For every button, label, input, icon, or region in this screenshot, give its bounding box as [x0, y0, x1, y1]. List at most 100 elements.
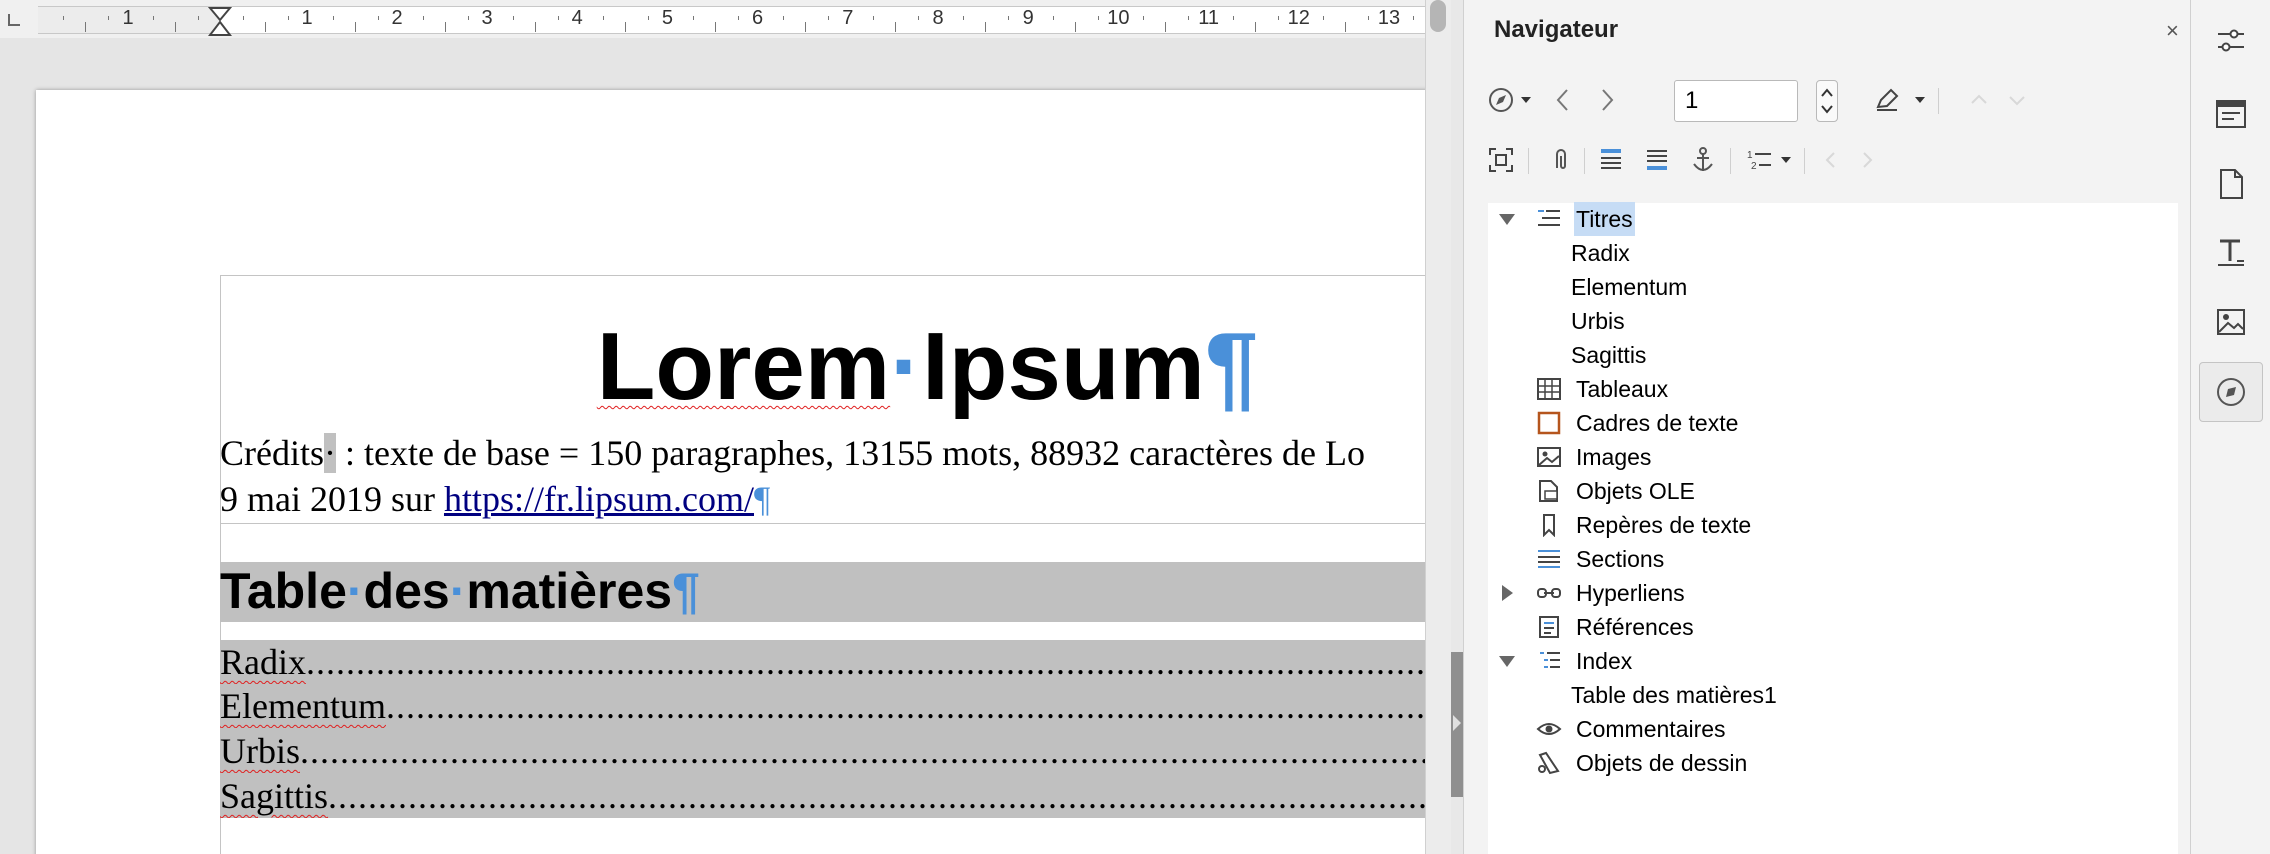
ole-object-icon	[1539, 480, 1558, 502]
navigator-item-repères-de-texte[interactable]: Repères de texte	[1488, 508, 2178, 542]
indent-marker-icon[interactable]	[208, 7, 232, 37]
document-vertical-scrollbar[interactable]	[1425, 0, 1451, 854]
scrollbar-thumb[interactable]	[1430, 0, 1446, 32]
ruler-number: 1	[301, 7, 313, 29]
toc-entry-radix[interactable]: Radix...................................…	[220, 640, 1425, 684]
ruler-tick	[647, 16, 649, 20]
navigator-item-radix[interactable]: Radix	[1488, 236, 2178, 270]
content-navigation-view-icon[interactable]	[1484, 143, 1518, 177]
sidebar-splitter[interactable]	[1451, 0, 1463, 854]
navigator-item-elementum[interactable]: Elementum	[1488, 270, 2178, 304]
navigator-item-label: Table des matières1	[1571, 682, 1777, 708]
ruler-tick	[535, 22, 536, 32]
navigator-content-tree[interactable]: Titres Radix Elementum Urbis Sagittis Tableau…	[1488, 202, 2178, 854]
page-icon[interactable]	[2199, 154, 2263, 214]
ruler-tick	[1255, 22, 1256, 32]
chevron-down-icon[interactable]	[1914, 94, 1926, 106]
ruler-number: 11	[1198, 7, 1219, 29]
collapse-arrow-icon	[1453, 715, 1461, 731]
expanded-arrow-icon[interactable]	[1498, 652, 1516, 670]
svg-text:1: 1	[1747, 150, 1753, 161]
navigator-item-objets-de-dessin[interactable]: Objets de dessin	[1488, 746, 2178, 780]
toc-heading[interactable]: Table·des·matières¶	[220, 560, 700, 622]
navigator-item-commentaires[interactable]: Commentaires	[1488, 712, 2178, 746]
credits-paragraph-line1[interactable]: Crédits· : texte de base = 150 paragraph…	[220, 432, 1365, 474]
navigator-item-objets-ole[interactable]: Objets OLE	[1488, 474, 2178, 508]
navigate-by-icon[interactable]	[1484, 83, 1518, 117]
tab-stop-type-icon[interactable]	[8, 14, 20, 26]
ruler-tick	[895, 22, 896, 32]
chevron-down-icon[interactable]	[1780, 154, 1792, 166]
navigator-item-table-des-matières1[interactable]: Table des matières1	[1488, 678, 2178, 712]
navigator-item-tableaux[interactable]: Tableaux	[1488, 372, 2178, 406]
heading-levels-icon[interactable]: 12	[1742, 143, 1776, 177]
collapsed-arrow-icon[interactable]	[1498, 584, 1516, 602]
navigator-item-hyperliens[interactable]: Hyperliens	[1488, 576, 2178, 610]
toc-entry-elementum[interactable]: Elementum...............................…	[220, 684, 1425, 728]
styles-icon[interactable]	[2199, 222, 2263, 282]
ruler-number: 6	[752, 7, 764, 29]
navigator-item-label: Tableaux	[1576, 376, 1669, 402]
references-icon	[1539, 616, 1559, 638]
drag-mode-icon[interactable]	[1870, 83, 1904, 117]
document-title[interactable]: Lorem·Ipsum¶	[220, 312, 1420, 422]
header-icon[interactable]	[1594, 143, 1628, 177]
toc-entry-urbis[interactable]: Urbis...................................…	[220, 729, 1425, 773]
ruler-tick	[85, 22, 86, 32]
sidebar-settings-icon[interactable]	[2199, 10, 2263, 70]
ruler-tick	[782, 16, 784, 20]
ruler-number: 8	[932, 7, 944, 29]
ruler-tick	[985, 22, 986, 32]
navigator-title: Navigateur	[1494, 16, 1619, 43]
toc-entry-sagittis[interactable]: Sagittis................................…	[220, 774, 1425, 818]
ruler-number: 7	[842, 7, 854, 29]
horizontal-ruler[interactable]: 1 1 2 3 4 5 6 7 8 9 10 11 12 13	[0, 0, 1425, 38]
properties-icon[interactable]	[2199, 84, 2263, 144]
drawing-object-icon	[1538, 751, 1560, 775]
credits-paragraph-line2[interactable]: 9 mai 2019 sur https://fr.lipsum.com/¶	[220, 478, 770, 520]
page-number-stepper[interactable]	[1816, 80, 1838, 122]
ruler-tick	[512, 16, 514, 20]
lipsum-hyperlink[interactable]: https://fr.lipsum.com/	[444, 479, 754, 519]
section-boundary	[220, 523, 1425, 524]
demote-chapter-icon	[2000, 83, 2034, 117]
ruler-tick	[1097, 16, 1099, 20]
navigator-item-références[interactable]: Références	[1488, 610, 2178, 644]
navigator-compass-icon[interactable]	[2199, 362, 2263, 422]
ruler-tick	[1345, 22, 1346, 32]
navigator-item-sagittis[interactable]: Sagittis	[1488, 338, 2178, 372]
navigator-item-label: Objets OLE	[1576, 478, 1695, 504]
navigator-item-index[interactable]: Index	[1488, 644, 2178, 678]
navigator-item-sections[interactable]: Sections	[1488, 542, 2178, 576]
ruler-number: 5	[661, 7, 673, 29]
navigator-item-label: Sections	[1576, 546, 1665, 572]
text-boundary	[220, 275, 1425, 276]
page-number-input[interactable]: 1	[1674, 80, 1798, 122]
navigator-item-urbis[interactable]: Urbis	[1488, 304, 2178, 338]
comment-icon	[1536, 723, 1562, 735]
navigator-item-titres[interactable]: Titres	[1488, 202, 2178, 236]
ruler-tick	[1075, 22, 1076, 32]
ruler-tick	[602, 16, 604, 20]
headings-icon	[1538, 210, 1560, 226]
ruler-tick	[737, 16, 739, 20]
close-icon[interactable]: ×	[2166, 20, 2179, 42]
next-icon[interactable]	[1590, 83, 1624, 117]
ruler-tick	[467, 16, 469, 20]
ruler-number: 10	[1107, 7, 1130, 29]
table-of-contents[interactable]: Radix...................................…	[220, 640, 1425, 818]
ruler-number: 12	[1287, 7, 1310, 29]
navigator-item-images[interactable]: Images	[1488, 440, 2178, 474]
gallery-icon[interactable]	[2199, 292, 2263, 352]
chevron-down-icon[interactable]	[1520, 94, 1532, 106]
header-footer-icon[interactable]	[1544, 143, 1578, 177]
footer-icon[interactable]	[1640, 143, 1674, 177]
ruler-tick	[1277, 16, 1279, 20]
previous-icon[interactable]	[1546, 83, 1580, 117]
sections-icon	[1538, 550, 1560, 568]
anchor-icon[interactable]	[1686, 143, 1720, 177]
expanded-arrow-icon[interactable]	[1498, 210, 1516, 228]
ruler-number: 4	[571, 7, 583, 29]
navigator-item-cadres-de-texte[interactable]: Cadres de texte	[1488, 406, 2178, 440]
navigator-item-label: Objets de dessin	[1576, 750, 1748, 776]
